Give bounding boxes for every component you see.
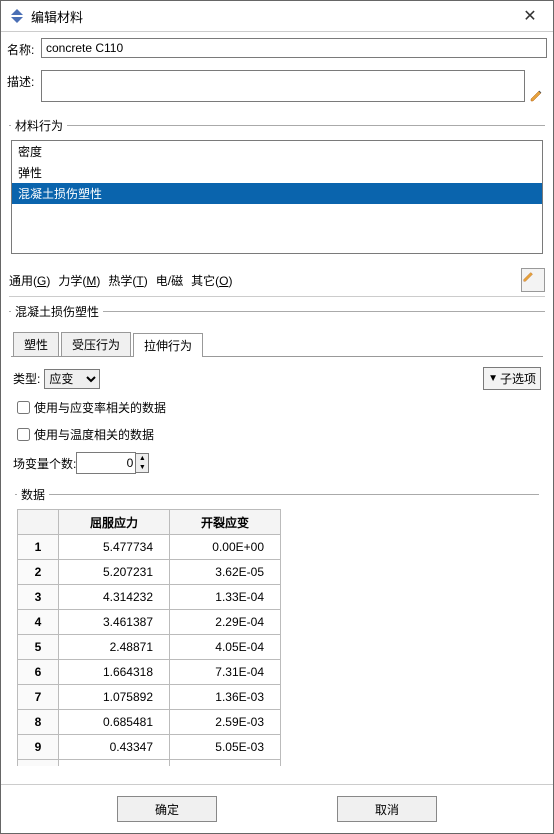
row-index: 6 xyxy=(18,660,59,685)
tab-plastic[interactable]: 塑性 xyxy=(13,332,59,356)
cell-stress[interactable]: 1.664318 xyxy=(59,660,170,685)
table-row[interactable]: 100.2729799.93E-03 xyxy=(18,760,281,767)
name-label: 名称: xyxy=(7,38,41,58)
cell-strain[interactable]: 1.36E-03 xyxy=(170,685,281,710)
window-title: 编辑材料 xyxy=(31,7,515,26)
table-row[interactable]: 71.0758921.36E-03 xyxy=(18,685,281,710)
menu-electro[interactable]: 电/磁 xyxy=(156,272,183,289)
app-icon xyxy=(9,8,25,24)
menubar-edit-icon[interactable] xyxy=(521,268,545,292)
behavior-legend: 材料行为 xyxy=(11,117,67,134)
footer: 确定 取消 xyxy=(1,784,553,833)
cell-strain[interactable]: 7.31E-04 xyxy=(170,660,281,685)
ok-button[interactable]: 确定 xyxy=(117,796,217,822)
cell-stress[interactable]: 4.314232 xyxy=(59,585,170,610)
menu-thermal[interactable]: 热学(T) xyxy=(108,272,147,289)
col-strain: 开裂应变 xyxy=(170,510,281,535)
menu-other[interactable]: 其它(O) xyxy=(191,272,232,289)
subpanel-legend: 混凝土损伤塑性 xyxy=(11,303,103,320)
cell-stress[interactable]: 3.461387 xyxy=(59,610,170,635)
col-index xyxy=(18,510,59,535)
data-legend: 数据 xyxy=(17,486,49,503)
fieldvar-spinner[interactable]: ▲ ▼ xyxy=(136,453,149,473)
content-area: 名称: 描述: 材料行为 密度弹性混凝土损伤塑性 通用(G) 力学(M) xyxy=(1,32,553,784)
fieldvar-label: 场变量个数: xyxy=(13,455,76,472)
cell-stress[interactable]: 5.207231 xyxy=(59,560,170,585)
cell-stress[interactable]: 2.48871 xyxy=(59,635,170,660)
fieldvar-input[interactable] xyxy=(76,452,136,474)
edit-desc-icon[interactable] xyxy=(529,87,547,105)
cell-strain[interactable]: 9.93E-03 xyxy=(170,760,281,767)
cell-stress[interactable]: 1.075892 xyxy=(59,685,170,710)
table-row[interactable]: 34.3142321.33E-04 xyxy=(18,585,281,610)
chk-temp-input[interactable] xyxy=(17,428,30,441)
cell-stress[interactable]: 0.685481 xyxy=(59,710,170,735)
data-fieldset: 数据 屈服应力 开裂应变 15.4777340.00E+0025.2072313… xyxy=(15,486,539,768)
desc-label: 描述: xyxy=(7,70,41,90)
dialog-window: 编辑材料 ✕ 名称: 描述: 材料行为 密度弹性混凝土损伤塑性 xyxy=(0,0,554,834)
tab-compress[interactable]: 受压行为 xyxy=(61,332,131,356)
subpanel-fieldset: 混凝土损伤塑性 塑性 受压行为 拉伸行为 类型: 应变 ▼ 子选项 xyxy=(9,303,545,778)
tab-panel-tension: 类型: 应变 ▼ 子选项 使用与应变率相关的数据 使用与温度 xyxy=(11,356,543,776)
cell-stress[interactable]: 0.272979 xyxy=(59,760,170,767)
chk-temp[interactable]: 使用与温度相关的数据 xyxy=(13,425,541,444)
close-icon[interactable]: ✕ xyxy=(515,6,545,26)
behavior-item[interactable]: 密度 xyxy=(12,141,542,162)
cell-stress[interactable]: 0.43347 xyxy=(59,735,170,760)
menu-general[interactable]: 通用(G) xyxy=(9,272,50,289)
row-index: 4 xyxy=(18,610,59,635)
table-row[interactable]: 61.6643187.31E-04 xyxy=(18,660,281,685)
behavior-list[interactable]: 密度弹性混凝土损伤塑性 xyxy=(11,140,543,254)
titlebar: 编辑材料 ✕ xyxy=(1,1,553,32)
table-row[interactable]: 80.6854812.59E-03 xyxy=(18,710,281,735)
desc-input[interactable] xyxy=(41,70,525,102)
cell-strain[interactable]: 0.00E+00 xyxy=(170,535,281,560)
chk-rate-input[interactable] xyxy=(17,401,30,414)
table-row[interactable]: 25.2072313.62E-05 xyxy=(18,560,281,585)
cell-strain[interactable]: 2.29E-04 xyxy=(170,610,281,635)
type-select[interactable]: 应变 xyxy=(44,369,100,389)
behavior-item[interactable]: 混凝土损伤塑性 xyxy=(12,183,542,204)
cell-strain[interactable]: 4.05E-04 xyxy=(170,635,281,660)
row-index: 3 xyxy=(18,585,59,610)
row-index: 9 xyxy=(18,735,59,760)
cell-stress[interactable]: 5.477734 xyxy=(59,535,170,560)
cancel-button[interactable]: 取消 xyxy=(337,796,437,822)
cell-strain[interactable]: 3.62E-05 xyxy=(170,560,281,585)
row-index: 5 xyxy=(18,635,59,660)
table-row[interactable]: 52.488714.05E-04 xyxy=(18,635,281,660)
spin-down-icon[interactable]: ▼ xyxy=(136,463,148,472)
tabs: 塑性 受压行为 拉伸行为 xyxy=(13,332,541,356)
type-label: 类型: xyxy=(13,370,40,387)
row-index: 10 xyxy=(18,760,59,767)
suboptions-dropdown[interactable]: ▼ 子选项 xyxy=(483,367,541,390)
row-index: 7 xyxy=(18,685,59,710)
behavior-item[interactable]: 弹性 xyxy=(12,162,542,183)
chevron-down-icon: ▼ xyxy=(488,373,498,384)
row-index: 2 xyxy=(18,560,59,585)
row-index: 1 xyxy=(18,535,59,560)
separator xyxy=(9,296,545,297)
table-row[interactable]: 15.4777340.00E+00 xyxy=(18,535,281,560)
row-index: 8 xyxy=(18,710,59,735)
data-table-wrap[interactable]: 屈服应力 开裂应变 15.4777340.00E+0025.2072313.62… xyxy=(17,509,537,766)
col-stress: 屈服应力 xyxy=(59,510,170,535)
menu-mechanics[interactable]: 力学(M) xyxy=(58,272,100,289)
table-row[interactable]: 43.4613872.29E-04 xyxy=(18,610,281,635)
behavior-fieldset: 材料行为 密度弹性混凝土损伤塑性 xyxy=(9,117,545,256)
table-row[interactable]: 90.433475.05E-03 xyxy=(18,735,281,760)
name-input[interactable] xyxy=(41,38,547,58)
menubar: 通用(G) 力学(M) 热学(T) 电/磁 其它(O) xyxy=(9,268,545,292)
chk-rate[interactable]: 使用与应变率相关的数据 xyxy=(13,398,541,417)
cell-strain[interactable]: 5.05E-03 xyxy=(170,735,281,760)
cell-strain[interactable]: 2.59E-03 xyxy=(170,710,281,735)
tab-tension[interactable]: 拉伸行为 xyxy=(133,333,203,357)
data-table[interactable]: 屈服应力 开裂应变 15.4777340.00E+0025.2072313.62… xyxy=(17,509,281,766)
spin-up-icon[interactable]: ▲ xyxy=(136,454,148,463)
cell-strain[interactable]: 1.33E-04 xyxy=(170,585,281,610)
